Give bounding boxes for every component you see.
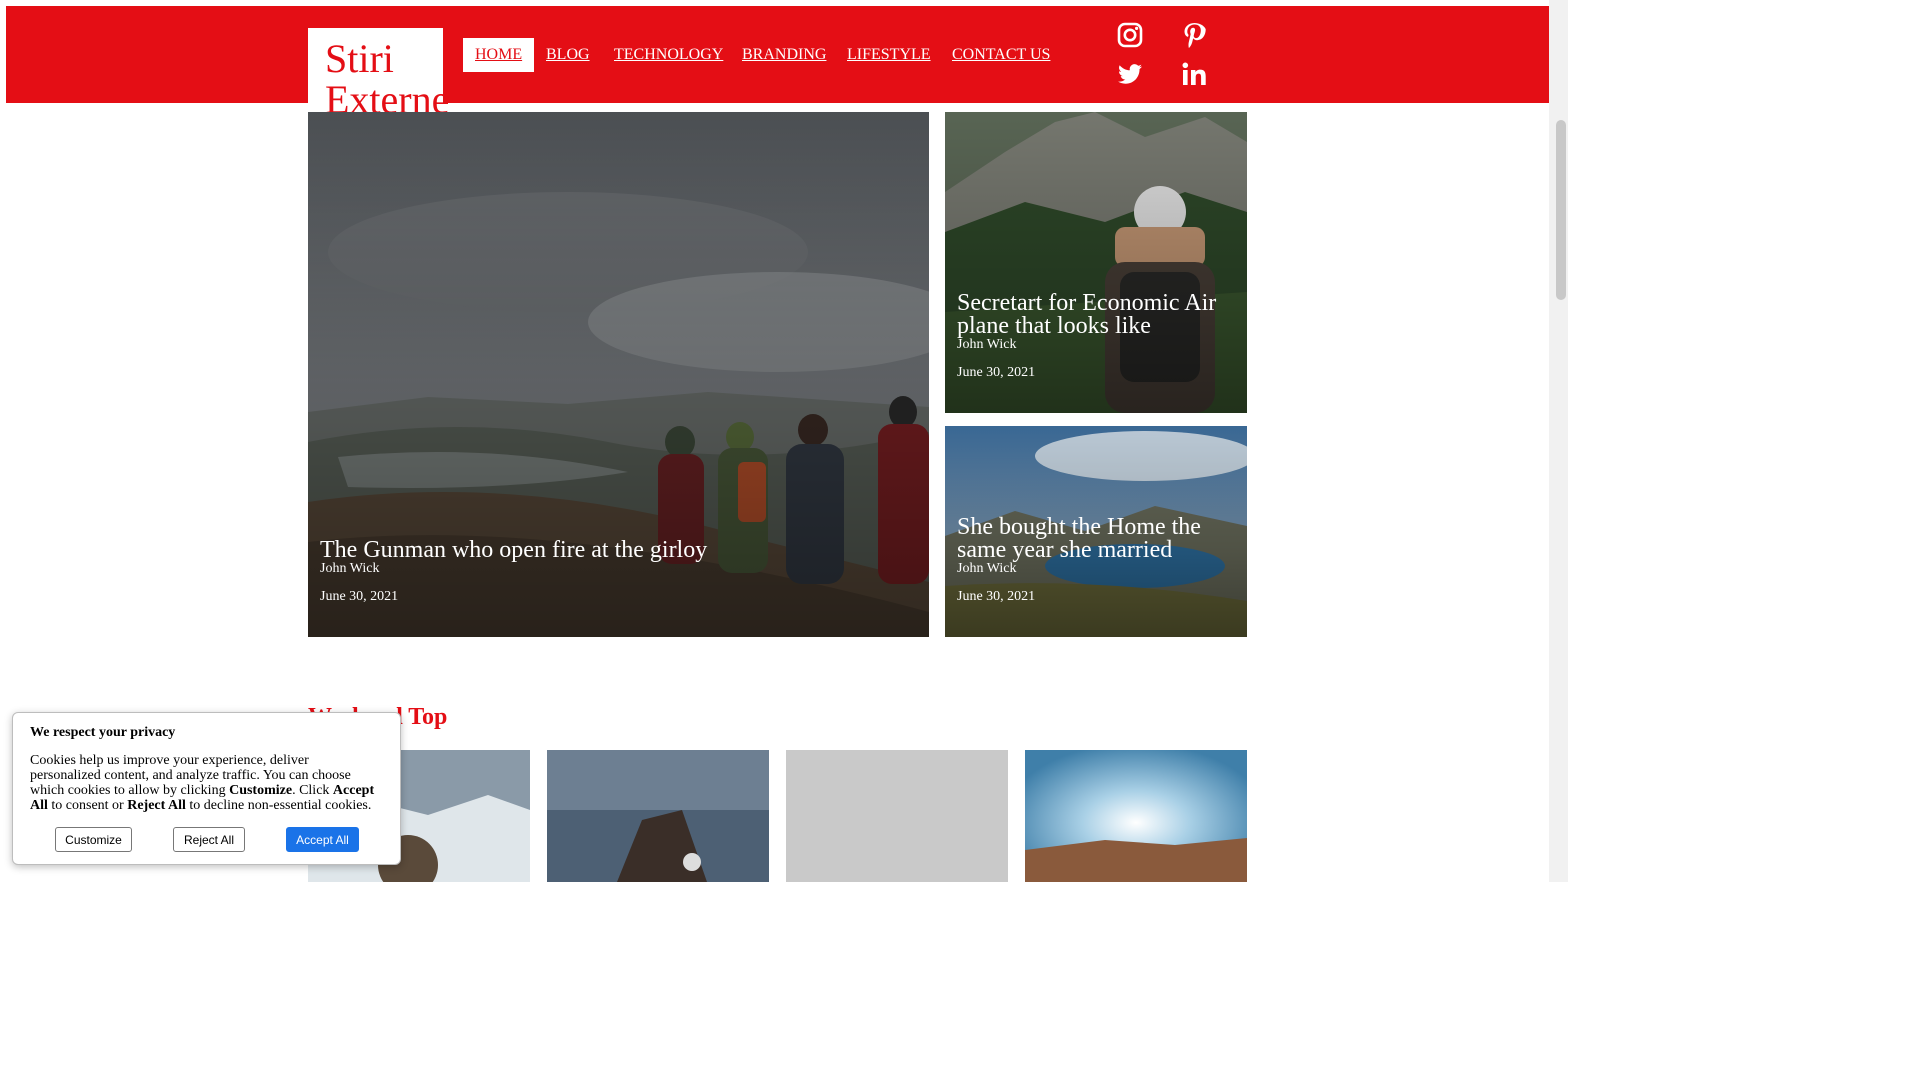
weekend-card-3[interactable] [786,750,1008,882]
featured-side-title-1-line-2: plane that looks like [957,313,1151,339]
featured-main-author[interactable]: John Wick [320,561,379,577]
weekend-card-4[interactable] [1025,750,1247,882]
nav-item-home[interactable]: HOME [463,38,535,72]
cookie-text-reject-all: Reject All [127,798,186,813]
nav-item-lifestyle[interactable]: LIFESTYLE [847,38,931,72]
cookie-text-customize: Customize [229,783,293,798]
logo-text[interactable]: Stiri Externe [325,38,449,120]
pinterest-icon[interactable] [1180,21,1208,49]
featured-main-card[interactable]: The Gunman who open fire at the girloy J… [308,112,929,637]
instagram-icon[interactable] [1116,21,1144,49]
cookie-consent-dialog: We respect your privacy Cookies help us … [12,712,401,865]
featured-main-title[interactable]: The Gunman who open fire at the girloy [320,538,707,562]
featured-side-author-1[interactable]: John Wick [957,337,1016,353]
featured-side-date-2: June 30, 2021 [957,589,1036,604]
weekend-image-2 [547,750,769,882]
featured-side-card-1[interactable]: Secretart for Economic Air plane that lo… [945,112,1247,413]
scrollbar-thumb[interactable] [1556,120,1566,300]
nav-item-contact-us[interactable]: CONTACT US [952,38,1050,72]
featured-main-date: June 30, 2021 [320,589,399,604]
featured-side-title-1[interactable]: Secretart for Economic Air plane that lo… [957,291,1216,339]
cookie-text-part-4: to decline non-essential cookies. [185,798,372,813]
customize-button[interactable]: Customize [55,827,132,852]
cookie-heading: We respect your privacy [30,725,176,740]
featured-side-author-2[interactable]: John Wick [957,561,1016,577]
weekend-card-2[interactable] [547,750,769,882]
nav-item-technology[interactable]: TECHNOLOGY [614,38,723,72]
featured-side-title-2[interactable]: She bought the Home the same year she ma… [957,515,1201,563]
featured-side-title-2-line-2: same year she married [957,537,1173,563]
featured-side-date-1: June 30, 2021 [957,365,1036,380]
linkedin-icon[interactable] [1180,60,1208,88]
cookie-text-part-2: . Click [292,783,333,798]
weekend-image-3 [786,750,1008,882]
cookie-text: Cookies help us improve your experience,… [30,753,380,813]
weekend-image-4 [1025,750,1247,882]
featured-side-card-2[interactable]: She bought the Home the same year she ma… [945,426,1247,637]
logo-line-1: Stiri [325,36,394,81]
reject-all-button[interactable]: Reject All [173,827,245,852]
twitter-icon[interactable] [1116,60,1144,88]
cookie-text-part-3: to consent or [47,798,128,813]
nav-item-blog[interactable]: BLOG [546,38,590,72]
accept-all-button[interactable]: Accept All [286,827,359,852]
nav-item-branding[interactable]: BRANDING [742,38,826,72]
